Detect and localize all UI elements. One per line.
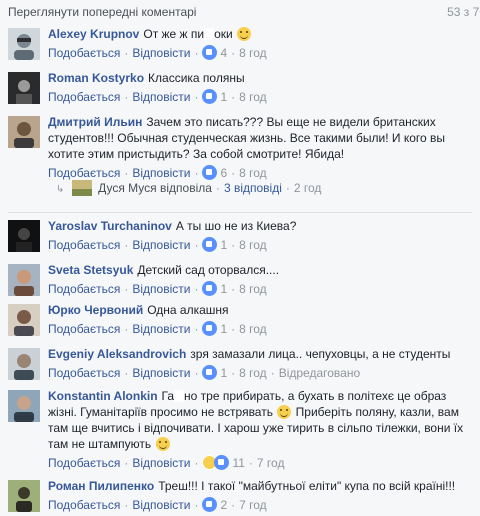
- reply-button[interactable]: Відповісти: [132, 366, 190, 380]
- comments-header: Переглянути попередні коментарі 53 з 70: [0, 0, 480, 22]
- avatar[interactable]: [8, 220, 40, 252]
- comment-text: Evgeniy Aleksandrovich зря замазали лица.…: [48, 347, 451, 361]
- comment-actions: Подобається · Відповісти · 1 · 8 год: [48, 237, 267, 252]
- like-reaction-icon[interactable]: [202, 281, 218, 296]
- comment-author[interactable]: Yaroslav Turchaninov: [48, 219, 172, 233]
- like-reaction-icon[interactable]: [202, 365, 218, 380]
- smile-emoji-icon: [277, 405, 292, 419]
- like-reaction-icon[interactable]: [202, 45, 218, 60]
- avatar[interactable]: [8, 304, 40, 336]
- comment-actions: Подобається · Відповісти · 4 · 8 год: [48, 45, 267, 60]
- reply-button[interactable]: Відповісти: [132, 498, 190, 512]
- comment-actions: Подобається · Відповісти · 1 · 8 год: [48, 281, 267, 296]
- comment-actions: Подобається · Відповісти · 1 · 8 год · Відредаго…: [48, 365, 361, 380]
- like-button[interactable]: Подобається: [48, 498, 120, 512]
- reaction-count[interactable]: 1: [220, 322, 227, 336]
- timestamp[interactable]: 8 год: [239, 46, 267, 60]
- reply-author[interactable]: Дуся Муся відповіла: [98, 181, 212, 195]
- like-reaction-icon[interactable]: [202, 497, 218, 512]
- reaction-count[interactable]: 1: [220, 282, 227, 296]
- timestamp[interactable]: 2 год: [294, 181, 322, 195]
- comment-text: Юрко Червоний Одна алкашня: [48, 303, 229, 317]
- comment-author[interactable]: Sveta Stetsyuk: [48, 263, 133, 277]
- reaction-count[interactable]: 1: [220, 90, 227, 104]
- like-reaction-icon[interactable]: [202, 321, 218, 336]
- comment-author[interactable]: Роман Пилипенко: [48, 479, 154, 493]
- avatar[interactable]: [8, 348, 40, 380]
- comments-panel: Переглянути попередні коментарі 53 з 70 …: [0, 0, 480, 516]
- reply-avatar: [71, 180, 92, 196]
- timestamp[interactable]: 7 год: [257, 456, 285, 470]
- reply-arrow-icon: ↳: [56, 184, 65, 195]
- comment-text: Alexey Krupnov От же ж пи оки: [48, 26, 478, 42]
- reaction-count[interactable]: 6: [220, 166, 227, 180]
- comment-text: Дмитрий Ильин Зачем это писать??? Вы еще …: [48, 115, 446, 161]
- reply-count[interactable]: 3 відповіді: [224, 181, 282, 195]
- timestamp[interactable]: 8 год: [239, 238, 267, 252]
- reaction-count[interactable]: 1: [220, 238, 227, 252]
- reply-button[interactable]: Відповісти: [132, 282, 190, 296]
- like-button[interactable]: Подобається: [48, 366, 120, 380]
- censor-patch: [204, 28, 215, 40]
- comment-author[interactable]: Дмитрий Ильин: [48, 115, 142, 129]
- like-button[interactable]: Подобається: [48, 46, 120, 60]
- reply-button[interactable]: Відповісти: [132, 238, 190, 252]
- comment-author[interactable]: Roman Kostyrko: [48, 71, 144, 85]
- reaction-count[interactable]: 2: [220, 498, 227, 512]
- comment-author[interactable]: Konstantin Alonkin: [48, 389, 158, 403]
- avatar[interactable]: [8, 264, 40, 296]
- reply-button[interactable]: Відповісти: [132, 322, 190, 336]
- comment-author[interactable]: Юрко Червоний: [48, 303, 143, 317]
- replies-summary[interactable]: ↳ Дуся Муся відповіла · 3 відповіді · 2 год: [56, 180, 321, 200]
- comment-text: Роман Пилипенко Треш!!! І такої "майбутнь…: [48, 479, 456, 493]
- comment-actions: Подобається · Відповісти · 1 · 8 год: [48, 321, 267, 336]
- like-reaction-icon[interactable]: [202, 165, 218, 180]
- comment-text: Konstantin Alonkin Га но тре прибирать, а …: [48, 389, 464, 451]
- comment-actions: Подобається · Відповісти · 11 · 7 год: [48, 455, 285, 470]
- edited-label[interactable]: Відредаговано: [279, 366, 360, 380]
- comment-actions: Подобається · Відповісти · 1 · 8 год: [48, 89, 267, 104]
- timestamp[interactable]: 7 год: [239, 498, 267, 512]
- comment-author[interactable]: Evgeniy Aleksandrovich: [48, 347, 186, 361]
- avatar[interactable]: [8, 116, 40, 148]
- like-reaction-icon[interactable]: [214, 455, 230, 470]
- reply-button[interactable]: Відповісти: [132, 90, 190, 104]
- like-reaction-icon[interactable]: [202, 237, 218, 252]
- like-reaction-icon[interactable]: [202, 89, 218, 104]
- like-button[interactable]: Подобається: [48, 238, 120, 252]
- smile-emoji-icon: [155, 437, 170, 451]
- like-button[interactable]: Подобається: [48, 90, 120, 104]
- avatar[interactable]: [8, 480, 40, 512]
- timestamp[interactable]: 8 год: [239, 366, 267, 380]
- timestamp[interactable]: 8 год: [239, 166, 267, 180]
- avatar[interactable]: [8, 28, 40, 60]
- reply-button[interactable]: Відповісти: [132, 166, 190, 180]
- confused-emoji-icon: [237, 27, 252, 41]
- comment-text: Sveta Stetsyuk Детский сад оторвался....: [48, 263, 280, 277]
- avatar[interactable]: [8, 390, 40, 422]
- reply-button[interactable]: Відповісти: [132, 46, 190, 60]
- comment-actions: Подобається · Відповісти · 2 · 7 год: [48, 497, 267, 512]
- timestamp[interactable]: 8 год: [239, 90, 267, 104]
- comment-text: Yaroslav Turchaninov А ты шо не из Киева?: [48, 219, 297, 233]
- reaction-count[interactable]: 4: [220, 46, 227, 60]
- comment-actions: Подобається · Відповісти · 6 · 8 год: [48, 165, 267, 180]
- comment-text: Roman Kostyrko Классика поляны: [48, 71, 245, 85]
- avatar[interactable]: [8, 72, 40, 104]
- timestamp[interactable]: 8 год: [239, 282, 267, 296]
- timestamp[interactable]: 8 год: [239, 322, 267, 336]
- censor-patch: [174, 390, 185, 402]
- divider: [8, 212, 472, 213]
- reaction-count[interactable]: 1: [220, 366, 227, 380]
- comment-author[interactable]: Alexey Krupnov: [48, 27, 139, 41]
- like-button[interactable]: Подобається: [48, 166, 120, 180]
- reply-button[interactable]: Відповісти: [132, 456, 190, 470]
- like-button[interactable]: Подобається: [48, 282, 120, 296]
- comment-count: 53 з 70: [447, 5, 480, 19]
- reaction-count[interactable]: 11: [232, 456, 244, 470]
- like-button[interactable]: Подобається: [48, 322, 120, 336]
- like-button[interactable]: Подобається: [48, 456, 120, 470]
- view-previous-comments-link[interactable]: Переглянути попередні коментарі: [8, 5, 196, 19]
